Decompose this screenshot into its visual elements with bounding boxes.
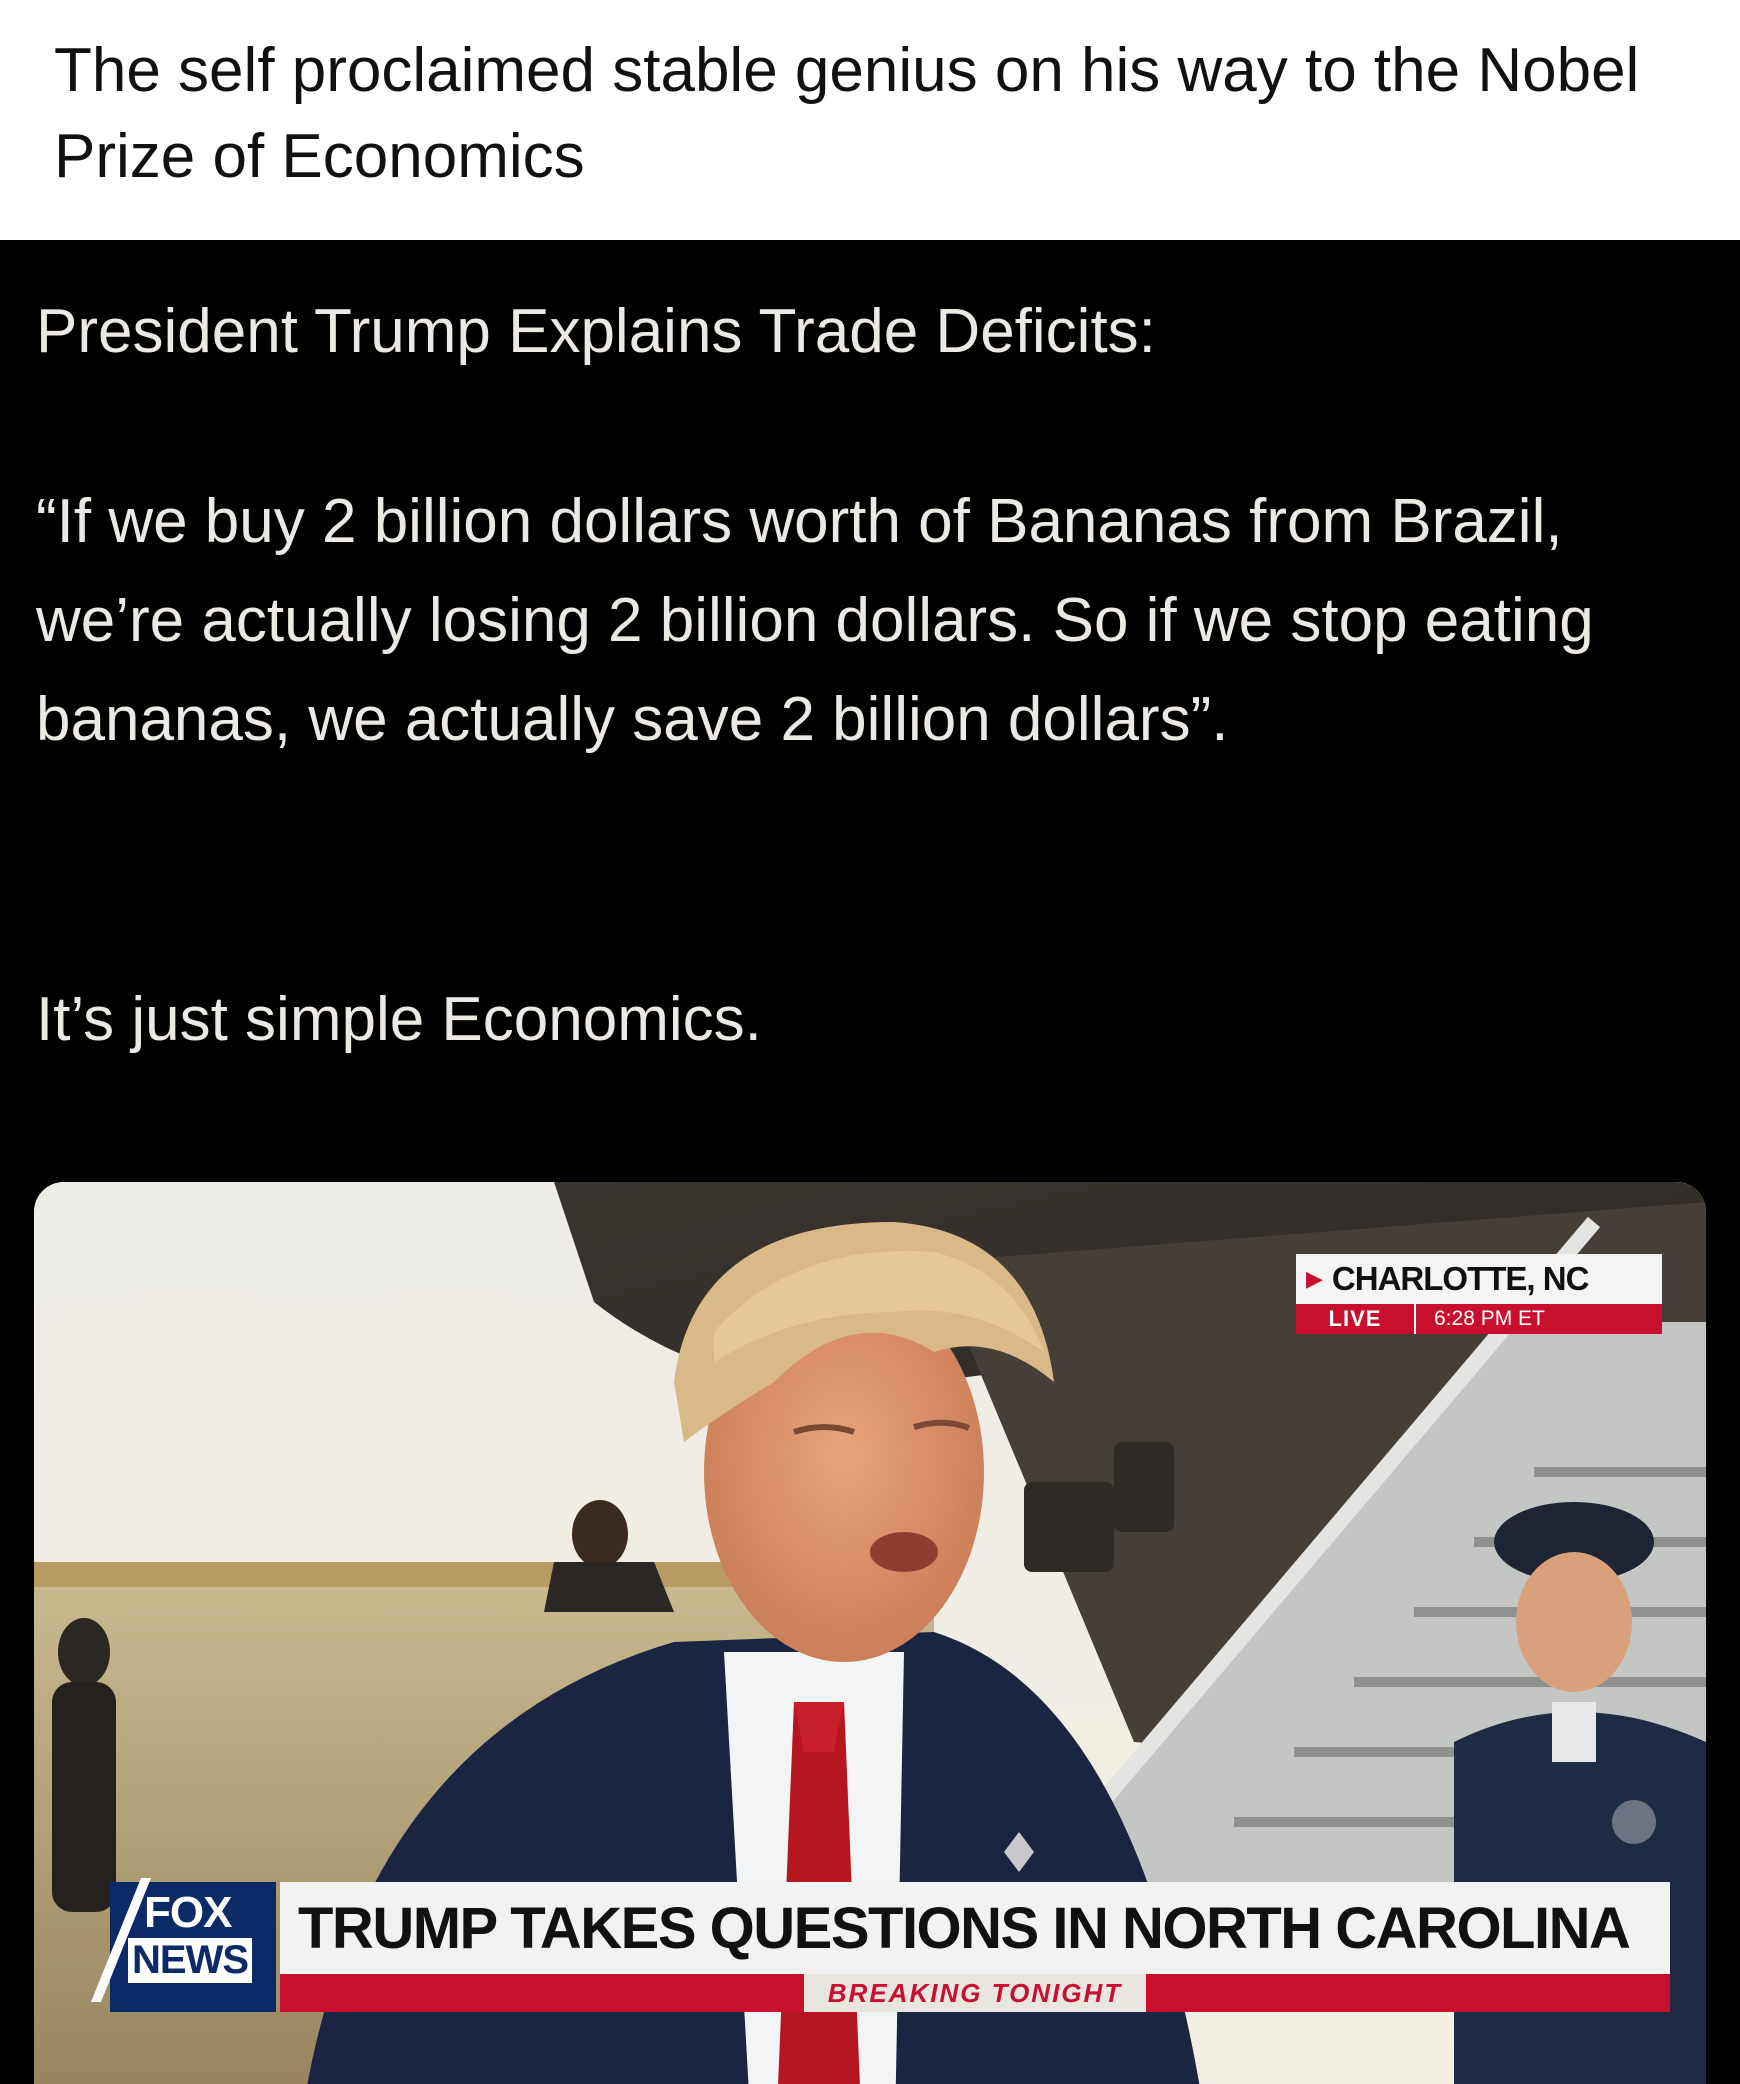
- tweet-heading: President Trump Explains Trade Deficits:: [36, 297, 1156, 366]
- meme-page: The self proclaimed stable genius on his…: [0, 0, 1740, 2084]
- logo-text-bottom: NEWS: [128, 1938, 252, 1983]
- broadcast-time: 6:28 PM ET: [1414, 1304, 1662, 1334]
- news-lower-third: FOX NEWS TRUMP TAKES QUESTIONS IN NORTH …: [34, 1878, 1706, 2084]
- news-headline: TRUMP TAKES QUESTIONS IN NORTH CAROLINA: [280, 1882, 1670, 1974]
- tweet-card: President Trump Explains Trade Deficits:…: [0, 240, 1740, 2084]
- fox-news-logo: FOX NEWS: [90, 1878, 276, 2012]
- tweet-conclusion: It’s just simple Economics.: [36, 985, 762, 1054]
- breaking-label: BREAKING TONIGHT: [803, 1974, 1147, 2012]
- breaking-ticker: BREAKING TONIGHT: [280, 1974, 1670, 2012]
- live-badge: LIVE: [1296, 1304, 1414, 1334]
- video-thumbnail[interactable]: ▶ CHARLOTTE, NC LIVE 6:28 PM ET FOX NEWS…: [34, 1182, 1706, 2084]
- location-bug: ▶ CHARLOTTE, NC LIVE 6:28 PM ET: [1296, 1254, 1662, 1334]
- post-caption: The self proclaimed stable genius on his…: [54, 36, 1640, 191]
- logo-text-top: FOX: [144, 1888, 232, 1937]
- tweet-quote: “If we buy 2 billion dollars worth of Ba…: [36, 487, 1594, 754]
- play-arrow-icon: ▶: [1306, 1266, 1323, 1291]
- location-label: CHARLOTTE, NC: [1331, 1260, 1589, 1297]
